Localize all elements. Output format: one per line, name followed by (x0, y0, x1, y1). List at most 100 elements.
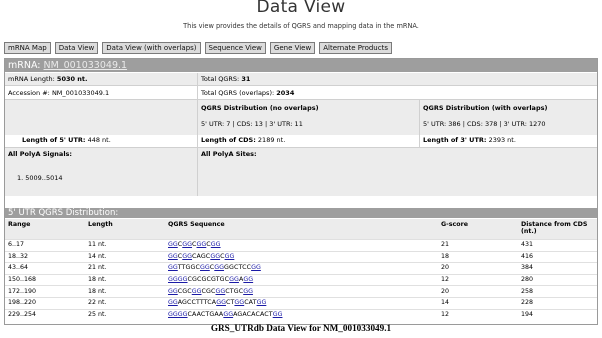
loop-segment: GGCTCC (224, 264, 252, 272)
utr5-length: Length of 5' UTR: 448 nt. (22, 136, 111, 145)
utr-section-header: 5' UTR QGRS Distribution: (5, 208, 597, 218)
range-cell: 150..168 (5, 273, 85, 286)
view-toolbar: mRNA Map Data View Data View (with overl… (4, 42, 392, 54)
qgrs-table: Range Length QGRS Sequence G-score Dista… (5, 219, 597, 321)
g-run: GG (216, 299, 226, 307)
sequence-cell: GGTTGGCGGCGGGGCTCCGG (165, 262, 438, 275)
table-row: 172..190 18 nt. GGCGCGGCGCGGCTGCGG 20 258 (5, 285, 597, 298)
sequence-cell: GGGGCGCGCGTGCGGAGG (165, 273, 438, 286)
alternate-products-button[interactable]: Alternate Products (319, 42, 392, 54)
distance-cell: 228 (518, 296, 597, 310)
utr5-length-value: 448 nt. (87, 136, 111, 144)
row-divider (5, 147, 597, 148)
loop-segment: CAGC (192, 252, 211, 260)
g-run: GG (191, 287, 202, 295)
length-cell: 22 nt. (85, 296, 165, 310)
range-cell: 43..64 (5, 262, 85, 275)
g-run: GG (256, 299, 267, 307)
g-run: GG (251, 264, 261, 272)
length-cell: 21 nt. (85, 262, 165, 275)
distance-cell: 431 (518, 239, 597, 252)
table-row: 43..64 21 nt. GGTTGGCGGCGGGGCTCCGG 20 384 (5, 262, 597, 275)
loop-segment: CGCGCGTGC (187, 276, 230, 284)
length-cell: 25 nt. (85, 308, 165, 321)
data-view-overlaps-button[interactable]: Data View (with overlaps) (102, 42, 201, 54)
column-divider (197, 73, 198, 196)
length-cell: 11 nt. (85, 239, 165, 252)
mrna-length: mRNA Length: 5030 nt. (8, 75, 87, 84)
sequence-cell: GGCGGCGGCGG (165, 239, 438, 252)
mrna-length-value: 5030 nt. (56, 75, 88, 83)
g-run: GG (168, 264, 178, 272)
mrna-map-button[interactable]: mRNA Map (4, 42, 51, 54)
col-gscore: G-score (438, 219, 518, 240)
table-row: 229..254 25 nt. GGGGCAACTGAAGGAGACACACTGG 1… (5, 308, 597, 321)
mrna-header: mRNA: NM_001033049.1 (5, 59, 597, 72)
table-row: 198..220 22 nt. GGAGCCTTTCAGGCTGGCATGG 14 22… (5, 296, 597, 310)
mrna-accession-link[interactable]: NM_001033049.1 (44, 60, 128, 71)
loop-segment: CGC (177, 287, 192, 295)
mrna-header-label: mRNA: (8, 60, 41, 71)
loop-segment: TTGGC (177, 264, 201, 272)
g-run: GG (168, 287, 178, 295)
total-overlaps: Total QGRS (overlaps): 2034 (201, 89, 294, 98)
range-cell: 172..190 (5, 285, 85, 298)
distance-cell: 258 (518, 285, 597, 298)
gscore-cell: 21 (438, 239, 518, 252)
loop-segment: AGACACACT (233, 310, 273, 318)
g-run: GG (214, 264, 225, 272)
total-overlaps-value: 2034 (276, 89, 295, 97)
length-cell: 14 nt. (85, 250, 165, 263)
g-run: GG (182, 241, 193, 249)
range-cell: 229..254 (5, 308, 85, 321)
table-row: 6..17 11 nt. GGCGGCGGCGG 21 431 (5, 239, 597, 252)
g-run: GG (229, 276, 239, 284)
dist-overlap-title: QGRS Distribution (with overlaps) (423, 104, 548, 112)
data-view-button[interactable]: Data View (54, 42, 99, 54)
loop-segment: CAT (244, 299, 257, 307)
cds-length-value: 2189 nt. (257, 136, 286, 144)
gscore-cell: 14 (438, 296, 518, 310)
dist-no-overlap-values: 5' UTR: 7 | CDS: 13 | 3' UTR: 11 (201, 120, 303, 128)
distance-cell: 194 (518, 308, 597, 321)
gscore-cell: 12 (438, 273, 518, 286)
total-overlaps-label: Total QGRS (overlaps): (201, 89, 275, 97)
row-divider (5, 99, 597, 100)
g-run: GG (168, 299, 178, 307)
gscore-cell: 12 (438, 308, 518, 321)
gene-view-button[interactable]: Gene View (269, 42, 316, 54)
col-length: Length (85, 219, 165, 240)
table-row: 150..168 18 nt. GGGGCGCGCGTGCGGAGG 12 280 (5, 273, 597, 286)
length-cell: 18 nt. (85, 285, 165, 298)
sequence-view-button[interactable]: Sequence View (204, 42, 266, 54)
loop-segment: AGCCTTTCA (177, 299, 217, 307)
total-qgrs-value: 31 (241, 75, 251, 83)
g-run: GG (215, 287, 226, 295)
column-divider (419, 99, 420, 147)
g-run: GG (168, 241, 178, 249)
g-run: GG (223, 310, 234, 318)
dist-no-overlap-title: QGRS Distribution (no overlaps) (201, 104, 319, 112)
col-range: Range (5, 219, 85, 240)
utr3-length-value: 2393 nt. (488, 136, 516, 144)
g-run: GG (182, 252, 193, 260)
table-header-row: Range Length QGRS Sequence G-score Dista… (5, 219, 597, 240)
g-run: GG (168, 252, 178, 260)
g-run: GG (272, 310, 283, 318)
polya-sites-label: All PolyA Sites: (201, 150, 257, 158)
dist-overlap-values: 5' UTR: 386 | CDS: 378 | 3' UTR: 1270 (423, 120, 546, 128)
range-cell: 198..220 (5, 296, 85, 310)
distance-cell: 384 (518, 262, 597, 275)
polya-signals-label: All PolyA Signals: (8, 150, 73, 158)
g-run: GG (243, 287, 253, 295)
sequence-cell: GGCGGCAGCGGCGG (165, 250, 438, 263)
g-run: GG (210, 241, 221, 249)
page-subtitle: This view provides the details of QGRS a… (183, 22, 419, 30)
g-run: GG (210, 252, 221, 260)
utr3-length: Length of 3' UTR: 2393 nt. (423, 136, 516, 145)
cds-length-label: Length of CDS: (201, 136, 256, 144)
utr5-length-label: Length of 5' UTR: (22, 136, 86, 144)
distance-cell: 280 (518, 273, 597, 286)
sequence-cell: GGCGCGGCGCGGCTGCGG (165, 285, 438, 298)
gscore-cell: 20 (438, 262, 518, 275)
